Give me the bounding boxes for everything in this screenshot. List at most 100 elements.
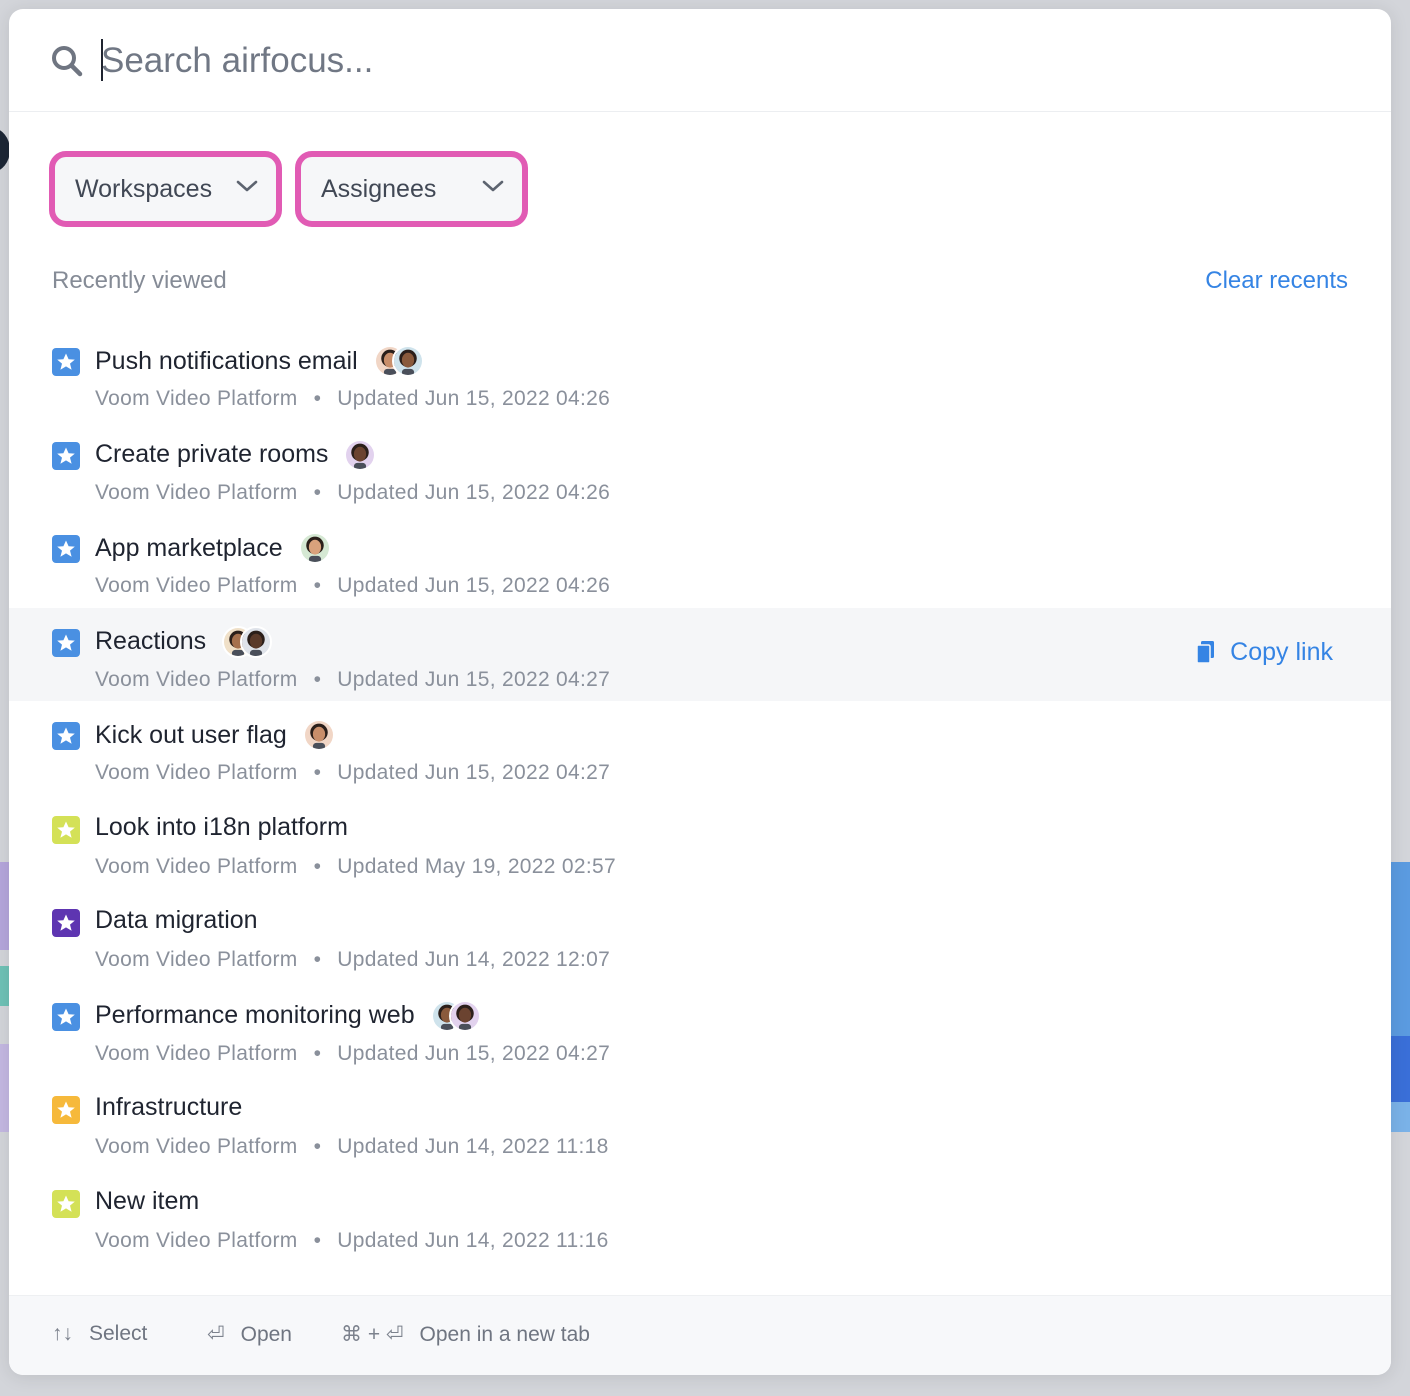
recent-item-title: New item — [95, 1186, 200, 1215]
recent-item-meta: Voom Video Platform • Updated Jun 15, 2022… — [95, 761, 610, 785]
search-input[interactable] — [101, 35, 1001, 87]
chevron-down-icon — [482, 180, 504, 192]
recent-item-workspace: Voom Video Platform — [95, 1135, 298, 1158]
recent-item-title-wrap: Create private rooms — [95, 438, 377, 471]
recent-item-workspace: Voom Video Platform — [95, 480, 298, 504]
recent-item-workspace: Voom Video Platform — [95, 948, 298, 971]
copy-link-button[interactable]: Copy link — [1196, 638, 1333, 667]
workspaces-filter-label: Workspaces — [75, 174, 213, 203]
recent-item-meta: Voom Video Platform • Updated Jun 15, 2022… — [95, 387, 610, 411]
recent-item-title: App marketplace — [95, 533, 283, 562]
background-strip-blue — [1391, 862, 1410, 1036]
recent-item-updated: Updated Jun 15, 2022 04:27 — [337, 761, 611, 784]
item-type-star-icon — [52, 815, 80, 844]
item-type-star-icon — [52, 1096, 80, 1124]
item-type-star-icon — [52, 909, 80, 937]
separator-dot: • — [313, 480, 322, 504]
separator-dot: • — [313, 854, 322, 878]
separator-dot: • — [313, 667, 322, 691]
item-type-star-icon — [52, 535, 80, 563]
enter-key-icon: ⏎ — [207, 1323, 225, 1346]
assignee-avatars — [373, 345, 424, 377]
background-strip-lightblue — [1391, 1102, 1410, 1132]
copy-icon — [1196, 641, 1215, 664]
avatar — [391, 345, 424, 377]
hint-open-label: Open — [240, 1322, 292, 1346]
recent-item-workspace: Voom Video Platform — [95, 854, 298, 878]
recent-item-row[interactable]: App marketplace Voom Video Platform • Updat… — [9, 514, 1391, 608]
hint-select: ↑↓ Select — [52, 1322, 147, 1346]
assignee-avatars — [302, 719, 335, 751]
recent-item-meta: Voom Video Platform • Updated Jun 14, 2022… — [95, 1229, 609, 1253]
recent-item-row[interactable]: Kick out user flag Voom Video Platform • Up… — [9, 701, 1391, 795]
recent-item-title-wrap: Look into i18n platform — [95, 813, 348, 842]
assignees-filter-label: Assignees — [321, 174, 437, 203]
separator-dot: • — [313, 1135, 322, 1158]
recent-item-workspace: Voom Video Platform — [95, 761, 298, 784]
recent-item-row[interactable]: Performance monitoring web Voom Video Pla… — [9, 982, 1391, 1076]
item-type-star-icon — [52, 1002, 80, 1031]
background-strip-darkblue — [1391, 1036, 1410, 1102]
recent-item-title: Push notifications email — [95, 346, 358, 375]
recent-item-row[interactable]: Data migration Voom Video Platform • Update… — [9, 888, 1391, 982]
recent-item-meta: Voom Video Platform • Updated Jun 14, 2022… — [95, 948, 610, 972]
recent-item-row[interactable]: Look into i18n platform Voom Video Platfo… — [9, 795, 1391, 889]
recent-item-meta: Voom Video Platform • Updated May 19, 2022… — [95, 855, 616, 879]
hint-open: ⏎ Open — [207, 1322, 292, 1347]
avatar — [344, 438, 377, 471]
clear-recents-link[interactable]: Clear recents — [1205, 267, 1348, 295]
recent-item-row[interactable]: New item Voom Video Platform • Updated Jun … — [9, 1169, 1391, 1263]
command-enter-keys-icon: ⌘ + ⏎ — [341, 1323, 404, 1346]
recent-item-meta: Voom Video Platform • Updated Jun 14, 2022… — [95, 1135, 609, 1159]
recent-item-title: Reactions — [95, 627, 207, 655]
recent-item-title: Create private rooms — [95, 440, 329, 468]
recent-item-title: Infrastructure — [95, 1093, 243, 1121]
assignee-avatars — [344, 438, 377, 471]
recent-item-updated: Updated Jun 14, 2022 12:07 — [337, 948, 611, 971]
item-type-star-icon — [52, 348, 80, 376]
separator-dot: • — [313, 387, 322, 410]
background-strip-purple — [0, 862, 9, 950]
recent-item-row[interactable]: Reactions Voom Video Platform • Updated Jun… — [9, 607, 1391, 701]
workspaces-filter-dropdown[interactable]: Workspaces — [49, 151, 282, 227]
recent-item-workspace: Voom Video Platform — [95, 667, 298, 691]
recent-item-row[interactable]: Push notifications email Voom Video Platf… — [9, 327, 1391, 421]
recent-item-title: Data migration — [95, 906, 258, 934]
recent-item-row[interactable]: Infrastructure Voom Video Platform • Update… — [9, 1075, 1391, 1169]
assignee-avatars — [222, 625, 273, 658]
recent-item-updated: Updated Jun 15, 2022 04:26 — [337, 387, 611, 410]
recent-item-row[interactable]: Create private rooms Voom Video Platform •… — [9, 421, 1391, 515]
separator-dot: • — [313, 1228, 322, 1252]
item-type-star-icon — [52, 1189, 80, 1218]
avatar — [448, 999, 481, 1032]
recent-item-meta: Voom Video Platform • Updated Jun 15, 2022… — [95, 481, 610, 505]
search-bar — [9, 9, 1391, 112]
copy-link-label: Copy link — [1230, 637, 1333, 666]
recent-item-title-wrap: Reactions — [95, 625, 273, 658]
assignees-filter-dropdown[interactable]: Assignees — [295, 151, 528, 227]
recent-item-title: Kick out user flag — [95, 720, 287, 749]
separator-dot: • — [313, 948, 322, 971]
recent-item-updated: Updated Jun 15, 2022 04:27 — [337, 667, 611, 691]
hint-open-new-tab-label: Open in a new tab — [419, 1322, 590, 1346]
recent-item-title-wrap: App marketplace — [95, 532, 331, 564]
hint-select-label: Select — [89, 1322, 148, 1345]
assignee-avatars — [298, 532, 331, 564]
separator-dot: • — [313, 761, 322, 784]
recent-item-workspace: Voom Video Platform — [95, 387, 298, 410]
keyboard-hints-footer: ↑↓ Select ⏎ Open ⌘ + ⏎ Open in a new tab — [9, 1295, 1391, 1375]
recent-item-title-wrap: New item — [95, 1187, 199, 1216]
separator-dot: • — [313, 1041, 322, 1065]
recent-item-meta: Voom Video Platform • Updated Jun 15, 2022… — [95, 668, 610, 692]
recent-item-updated: Updated May 19, 2022 02:57 — [337, 854, 616, 878]
assignee-avatars — [430, 999, 481, 1032]
recent-item-title-wrap: Data migration — [95, 906, 258, 935]
recent-item-title-wrap: Push notifications email — [95, 345, 424, 377]
background-strip-teal — [0, 966, 9, 1006]
recent-item-updated: Updated Jun 15, 2022 04:27 — [337, 1041, 611, 1065]
recent-item-updated: Updated Jun 14, 2022 11:18 — [337, 1135, 609, 1158]
recent-item-workspace: Voom Video Platform — [95, 1228, 298, 1252]
recent-item-updated: Updated Jun 14, 2022 11:16 — [337, 1228, 609, 1252]
text-caret — [101, 39, 103, 81]
recent-items-list: Push notifications email Voom Video Platf… — [9, 327, 1391, 1262]
